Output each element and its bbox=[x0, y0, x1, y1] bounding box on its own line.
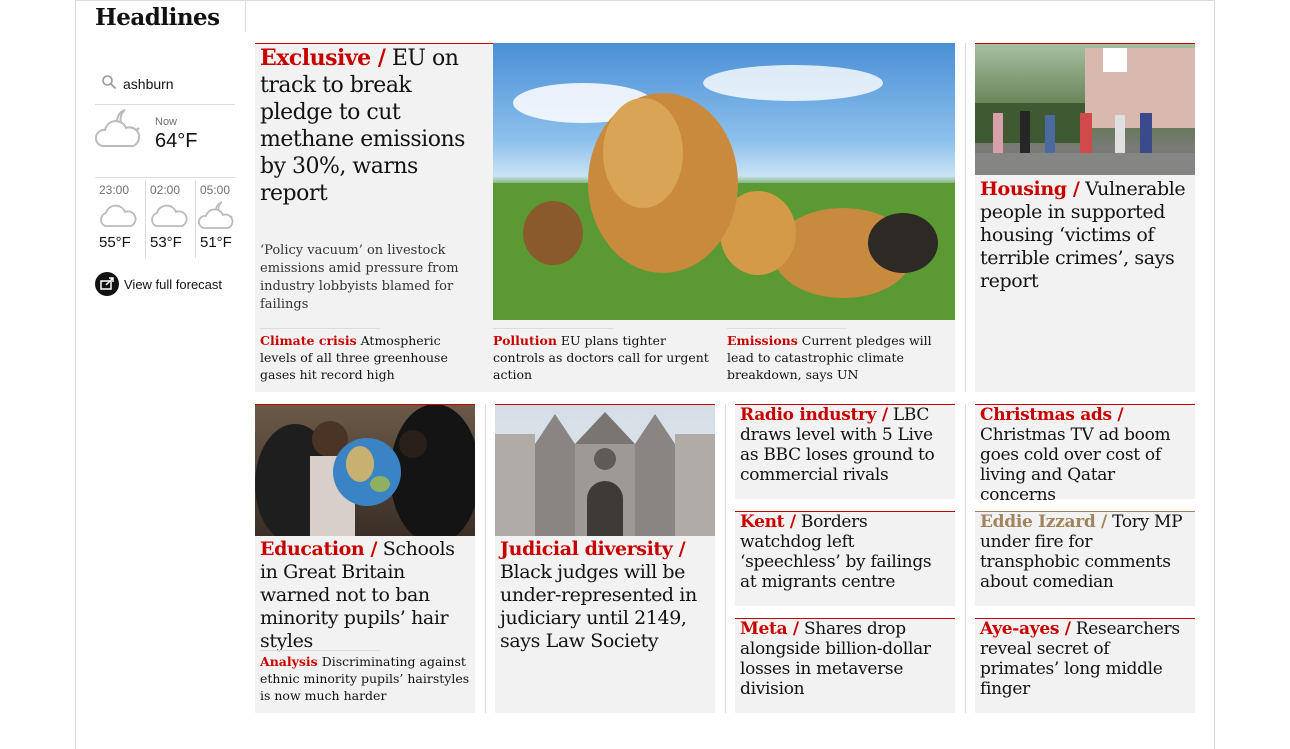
housing-headline[interactable]: Housing / Vulnerable people in supported… bbox=[980, 178, 1190, 293]
sublink-rule bbox=[493, 328, 613, 329]
housing-kicker: Housing / bbox=[980, 178, 1080, 200]
forecast-slot: 02:00 53°F bbox=[145, 180, 193, 258]
story-headline[interactable]: Kent / Borders watchdog left ‘speechless… bbox=[740, 512, 952, 592]
now-temperature: 64°F bbox=[155, 130, 198, 152]
sublink-kicker: Emissions bbox=[727, 333, 798, 348]
forecast-time: 23:00 bbox=[99, 183, 130, 197]
column-divider bbox=[725, 404, 726, 713]
judicial-kicker: Judicial diversity / bbox=[500, 538, 686, 560]
story-kicker: Kent / bbox=[740, 512, 796, 532]
story-kicker: Christmas ads / bbox=[980, 405, 1124, 425]
search-icon bbox=[102, 75, 117, 90]
sublink-kicker: Climate crisis bbox=[260, 333, 357, 348]
sublink-rule bbox=[260, 328, 380, 329]
section-title: Headlines bbox=[95, 4, 220, 31]
story-kicker: Eddie Izzard / bbox=[980, 512, 1107, 532]
card-top-rule bbox=[495, 404, 715, 405]
story-kicker: Meta / bbox=[740, 619, 799, 639]
sublink[interactable]: Climate crisis Atmospheric levels of all… bbox=[260, 332, 480, 383]
sublink[interactable]: Pollution EU plans tighter controls as d… bbox=[493, 332, 718, 383]
divider bbox=[245, 0, 246, 32]
lead-headline[interactable]: Exclusive / EU on track to break pledge … bbox=[260, 45, 485, 207]
story-headline[interactable]: Christmas ads / Christmas TV ad boom goe… bbox=[980, 405, 1192, 505]
partly-cloudy-night-icon bbox=[95, 109, 141, 147]
lead-kicker: Exclusive / bbox=[260, 45, 386, 71]
card-top-rule bbox=[975, 43, 1195, 44]
card-top-rule bbox=[255, 404, 475, 405]
story-headline[interactable]: Eddie Izzard / Tory MP under fire for tr… bbox=[980, 512, 1192, 592]
story-headline[interactable]: Radio industry / LBC draws level with 5 … bbox=[740, 405, 952, 485]
search-input[interactable]: ashburn bbox=[123, 76, 174, 92]
forecast-slot: 05:00 51°F bbox=[195, 180, 243, 258]
housing-photo[interactable] bbox=[975, 43, 1195, 175]
column-divider bbox=[485, 404, 486, 713]
forecast-link-label: View full forecast bbox=[124, 276, 223, 292]
judicial-headline[interactable]: Judicial diversity / Black judges will b… bbox=[500, 538, 710, 653]
forecast-time: 02:00 bbox=[150, 183, 181, 197]
location-search[interactable]: ashburn bbox=[95, 68, 235, 105]
lead-trail: ‘Policy vacuum’ on livestock emissions a… bbox=[260, 243, 459, 312]
forecast-slot: 23:00 55°F bbox=[95, 180, 143, 258]
education-photo[interactable] bbox=[255, 404, 475, 536]
forecast-time: 05:00 bbox=[200, 183, 231, 197]
view-full-forecast-link[interactable]: View full forecast bbox=[95, 271, 222, 297]
education-illustration bbox=[255, 404, 475, 536]
law-courts-illustration bbox=[495, 412, 715, 536]
forecast-temp: 53°F bbox=[150, 234, 182, 251]
forecast-temp: 55°F bbox=[99, 234, 131, 251]
external-link-icon bbox=[95, 272, 119, 296]
story-headline[interactable]: Meta / Shares drop alongside billion-dol… bbox=[740, 619, 952, 699]
judicial-headline-text: Black judges will be under-represented i… bbox=[500, 561, 697, 652]
story-headline[interactable]: Aye-ayes / Researchers reveal secret of … bbox=[980, 619, 1192, 699]
cows-illustration bbox=[493, 65, 955, 320]
forecast-temp: 51°F bbox=[200, 234, 232, 251]
card-top-rule bbox=[255, 43, 493, 44]
cloud-icon bbox=[100, 204, 137, 227]
cows-photo[interactable] bbox=[493, 43, 955, 320]
story-headline-text: Christmas TV ad boom goes cold over cost… bbox=[980, 425, 1171, 505]
story-kicker: Radio industry / bbox=[740, 405, 888, 425]
column-divider bbox=[965, 43, 966, 392]
sublink[interactable]: Emissions Current pledges will lead to c… bbox=[727, 332, 947, 383]
partly-cloudy-night-icon bbox=[198, 201, 234, 229]
sublink-rule bbox=[260, 650, 380, 651]
weather-now: Now 64°F bbox=[95, 106, 235, 178]
sublink-kicker: Pollution bbox=[493, 333, 557, 348]
cloud-icon bbox=[151, 204, 188, 227]
sublink[interactable]: Analysis Discriminating against ethnic m… bbox=[260, 653, 472, 704]
sublink-rule bbox=[727, 328, 847, 329]
education-kicker: Education / bbox=[260, 538, 378, 560]
column-divider bbox=[965, 404, 966, 713]
now-label: Now bbox=[155, 116, 178, 128]
sublink-kicker: Analysis bbox=[260, 654, 318, 669]
education-headline[interactable]: Education / Schools in Great Britain war… bbox=[260, 538, 470, 653]
story-kicker: Aye-ayes / bbox=[980, 619, 1071, 639]
housing-illustration bbox=[975, 48, 1195, 175]
law-courts-photo[interactable] bbox=[495, 404, 715, 536]
